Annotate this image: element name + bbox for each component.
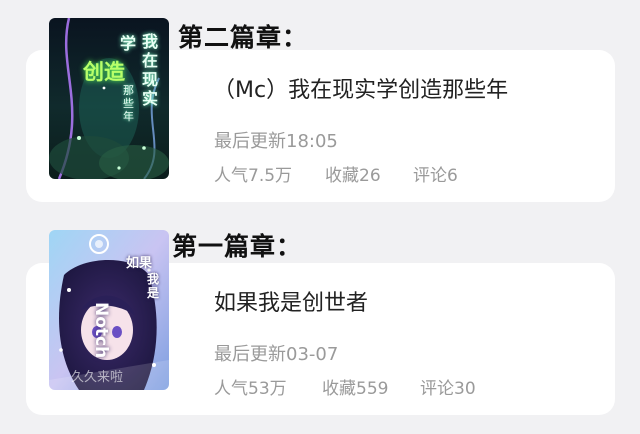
favorites-count: 收藏559: [322, 379, 389, 399]
comments-count: 评论6: [413, 166, 458, 186]
popularity-count: 人气7.5万: [214, 166, 293, 186]
book-title[interactable]: 如果我是创世者: [214, 285, 368, 317]
last-updated: 最后更新03-07: [214, 344, 339, 365]
chapter-heading: 第二篇章：: [178, 23, 309, 52]
book-stats: 人气53万 收藏559 评论30: [214, 374, 514, 399]
popularity-count: 人气53万: [214, 379, 287, 399]
last-updated: 最后更新18:05: [214, 131, 338, 152]
cover-title-col1: 我在现实: [142, 32, 159, 108]
cover-title-col2: 学: [120, 34, 137, 53]
book-cover[interactable]: 如果 我是 Notch 久久来啦: [49, 230, 169, 390]
chapter-heading: 第一篇章：: [172, 232, 303, 261]
cover-title-ruguo: 如果: [126, 256, 153, 271]
cover-title-woshi: 我是: [147, 272, 160, 300]
favorites-count: 收藏26: [325, 166, 381, 186]
cover-title-big: 创造: [83, 60, 125, 84]
comments-count: 评论30: [420, 379, 476, 399]
cover-title-small: 那些年: [123, 84, 134, 123]
book-stats: 人气7.5万 收藏26 评论6: [214, 161, 514, 186]
cover-title-notch: Notch: [91, 302, 111, 359]
book-cover[interactable]: 我在现实 学 创造 那些年: [49, 18, 169, 179]
book-title[interactable]: （Mc）我在现实学创造那些年: [213, 72, 508, 104]
cover-watermark: 久久来啦: [71, 370, 124, 385]
